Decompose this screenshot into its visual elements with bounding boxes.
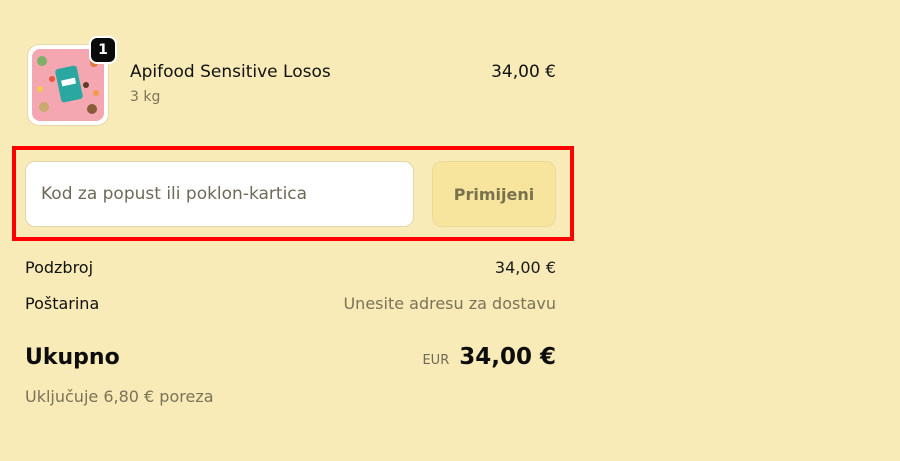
line-item: 1 Apifood Sensitive Losos 3 kg 34,00 € bbox=[25, 36, 556, 130]
currency-code: EUR bbox=[422, 353, 450, 368]
subtotal-label: Podzbroj bbox=[25, 258, 94, 277]
subtotal-value: 34,00 € bbox=[494, 258, 556, 277]
product-price: 34,00 € bbox=[491, 62, 556, 82]
product-name: Apifood Sensitive Losos bbox=[130, 62, 331, 82]
total-amount: 34,00 € bbox=[459, 344, 556, 370]
total-label: Ukupno bbox=[25, 345, 120, 370]
apply-discount-button[interactable]: Primijeni bbox=[432, 161, 556, 227]
subtotal-row: Podzbroj 34,00 € bbox=[25, 258, 556, 277]
quantity-badge: 1 bbox=[89, 36, 117, 64]
total-amount-group: EUR 34,00 € bbox=[422, 344, 556, 370]
shipping-row: Poštarina Unesite adresu za dostavu bbox=[25, 294, 556, 313]
shipping-label: Poštarina bbox=[25, 294, 100, 313]
tax-note: Uključuje 6,80 € poreza bbox=[25, 387, 214, 406]
shipping-value: Unesite adresu za dostavu bbox=[343, 294, 556, 313]
discount-code-input[interactable] bbox=[25, 161, 414, 227]
product-variant: 3 kg bbox=[130, 89, 161, 105]
total-row: Ukupno EUR 34,00 € bbox=[25, 344, 556, 370]
